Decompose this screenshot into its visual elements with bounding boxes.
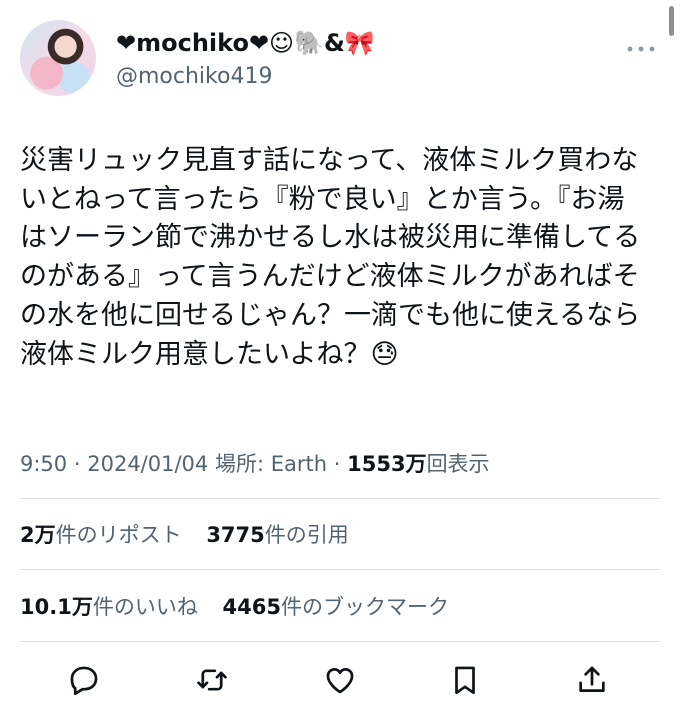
tweet-meta: 9:50 · 2024/01/04 場所: Earth · 1553万回表示 [20,448,490,478]
more-icon[interactable] [626,34,656,59]
likes-label: 件のいいね [92,595,198,619]
divider [20,641,660,642]
share-icon [579,666,605,692]
reposts-count: 2万 [20,523,56,547]
stats-row-likes: 10.1万件のいいね 4465件のブックマーク [20,591,467,621]
like-button[interactable] [318,658,362,702]
views-count: 1553万 [347,452,427,476]
stats-row-reposts: 2万件のリポスト 3775件の引用 [20,519,367,549]
share-button[interactable] [570,658,614,702]
user-handle[interactable]: @mochiko419 [116,62,375,92]
reposts-stat[interactable]: 2万件のリポスト [20,519,182,549]
bookmarks-count: 4465 [222,595,281,619]
tweet-location: 場所: Earth [214,452,328,476]
user-names: ❤mochiko❤☺🐘&🎀 @mochiko419 [116,28,375,92]
reply-button[interactable] [62,658,106,702]
repost-button[interactable] [190,658,234,702]
meta-separator: · [333,452,341,476]
like-icon [326,668,354,694]
reposts-label: 件のリポスト [55,523,182,547]
divider [20,569,660,570]
tweet-text: 災害リュック見直す話になって、液体ミルク買わな いとねって言ったら『粉で良い』と… [20,145,641,370]
divider [20,498,660,499]
quotes-label: 件の引用 [264,523,349,547]
tweet-header: ❤mochiko❤☺🐘&🎀 @mochiko419 [20,20,660,100]
display-name[interactable]: ❤mochiko❤☺🐘&🎀 [116,28,375,58]
action-bar [0,658,680,702]
likes-count: 10.1万 [20,595,93,619]
bookmarks-label: 件のブックマーク [280,595,449,619]
meta-separator: · [73,452,81,476]
reply-icon [70,666,98,696]
likes-stat[interactable]: 10.1万件のいいね [20,591,198,621]
quotes-count: 3775 [206,523,265,547]
bookmark-button[interactable] [443,658,487,702]
bookmarks-stat[interactable]: 4465件のブックマーク [223,591,449,621]
quotes-stat[interactable]: 3775件の引用 [206,519,348,549]
tweet-date[interactable]: 2024/01/04 [87,452,208,476]
scrollbar[interactable] [669,6,674,36]
avatar[interactable] [20,20,96,96]
views-label: 回表示 [426,452,490,476]
repost-icon [197,669,227,691]
bookmark-icon [455,666,475,695]
tweet-time[interactable]: 9:50 [20,452,67,476]
